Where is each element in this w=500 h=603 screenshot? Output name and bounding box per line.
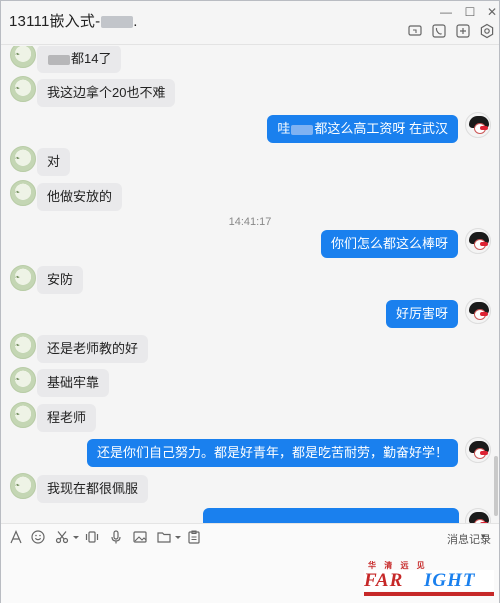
- message-timestamp: 14:41:17: [228, 216, 272, 228]
- message-bubble-in: 都14了: [37, 46, 122, 73]
- screen-share-icon[interactable]: [407, 23, 423, 39]
- message-bubble-in: 我这边拿个20也不难: [37, 79, 176, 107]
- scissors-icon[interactable]: [55, 530, 69, 544]
- contact-avatar[interactable]: ❧: [10, 146, 36, 172]
- watermark-logo: 华 清 远 见 FAR IGHT: [356, 560, 494, 600]
- scrollbar-thumb[interactable]: [494, 456, 498, 516]
- redacted-name: [101, 16, 134, 29]
- folder-dropdown-icon[interactable]: [171, 530, 181, 544]
- message-bubble-in: 他做安放的: [37, 183, 123, 211]
- scrollbar[interactable]: [493, 46, 499, 523]
- message-bubble-out: 好厉害呀: [385, 300, 458, 328]
- contact-avatar[interactable]: ❧: [10, 473, 36, 499]
- emoji-icon[interactable]: [31, 530, 45, 544]
- my-avatar[interactable]: [465, 508, 491, 523]
- settings-icon[interactable]: [479, 23, 495, 39]
- folder-icon[interactable]: [157, 530, 171, 544]
- font-icon[interactable]: [9, 530, 23, 544]
- contact-avatar[interactable]: ❧: [10, 333, 36, 359]
- contact-avatar[interactable]: ❧: [10, 76, 36, 102]
- chat-window: 13111嵌入式-. — ☐ ✕ ❧ 都14了 ❧ 我这边拿个20也不难 哇都这…: [0, 0, 500, 603]
- title-text: 13111嵌入式-: [9, 13, 101, 30]
- message-bubble-in: 基础牢靠: [37, 369, 110, 397]
- window-title: 13111嵌入式-.: [9, 13, 138, 30]
- image-icon[interactable]: [133, 530, 147, 544]
- message-bubble-in: 对: [37, 148, 71, 176]
- message-bubble-in: 安防: [37, 266, 84, 294]
- message-bubble-in: 程老师: [37, 404, 97, 432]
- add-member-icon[interactable]: [455, 23, 471, 39]
- message-bubble-out: 你们怎么都这么棒呀: [320, 230, 458, 258]
- my-avatar[interactable]: [465, 112, 491, 138]
- message-bubble-out: 哇都这么高工资呀 在武汉: [267, 115, 458, 143]
- message-bubble-in: 还是老师教的好: [37, 335, 149, 363]
- my-avatar[interactable]: [465, 298, 491, 324]
- shake-icon[interactable]: [85, 530, 99, 544]
- message-list[interactable]: ❧ 都14了 ❧ 我这边拿个20也不难 哇都这么高工资呀 在武汉 ❧ 对 ❧ 他…: [1, 46, 499, 523]
- message-bubble-out: 还是你们自己努力。都是好青年，都是吃苦耐劳，勤奋好学！: [86, 439, 458, 467]
- message-bubble-out-partial: [203, 508, 459, 523]
- redacted-text: [48, 54, 70, 65]
- contact-avatar[interactable]: ❧: [10, 46, 36, 68]
- message-bubble-in: 我现在都很佩服: [37, 475, 149, 503]
- clipboard-icon[interactable]: [187, 530, 201, 544]
- voice-call-icon[interactable]: [431, 23, 447, 39]
- maximize-button[interactable]: ☐: [463, 5, 477, 19]
- minimize-button[interactable]: —: [439, 5, 453, 19]
- close-button[interactable]: ✕: [485, 5, 499, 19]
- mic-icon[interactable]: [109, 530, 123, 544]
- contact-avatar[interactable]: ❧: [10, 402, 36, 428]
- title-bar: 13111嵌入式-. — ☐ ✕: [1, 1, 499, 45]
- redacted-text: [291, 124, 314, 135]
- contact-avatar[interactable]: ❧: [10, 265, 36, 291]
- scissors-dropdown-icon[interactable]: [69, 530, 79, 544]
- contact-avatar[interactable]: ❧: [10, 180, 36, 206]
- my-avatar[interactable]: [465, 228, 491, 254]
- contact-avatar[interactable]: ❧: [10, 367, 36, 393]
- chevron-down-icon[interactable]: ▾: [481, 531, 486, 542]
- my-avatar[interactable]: [465, 437, 491, 463]
